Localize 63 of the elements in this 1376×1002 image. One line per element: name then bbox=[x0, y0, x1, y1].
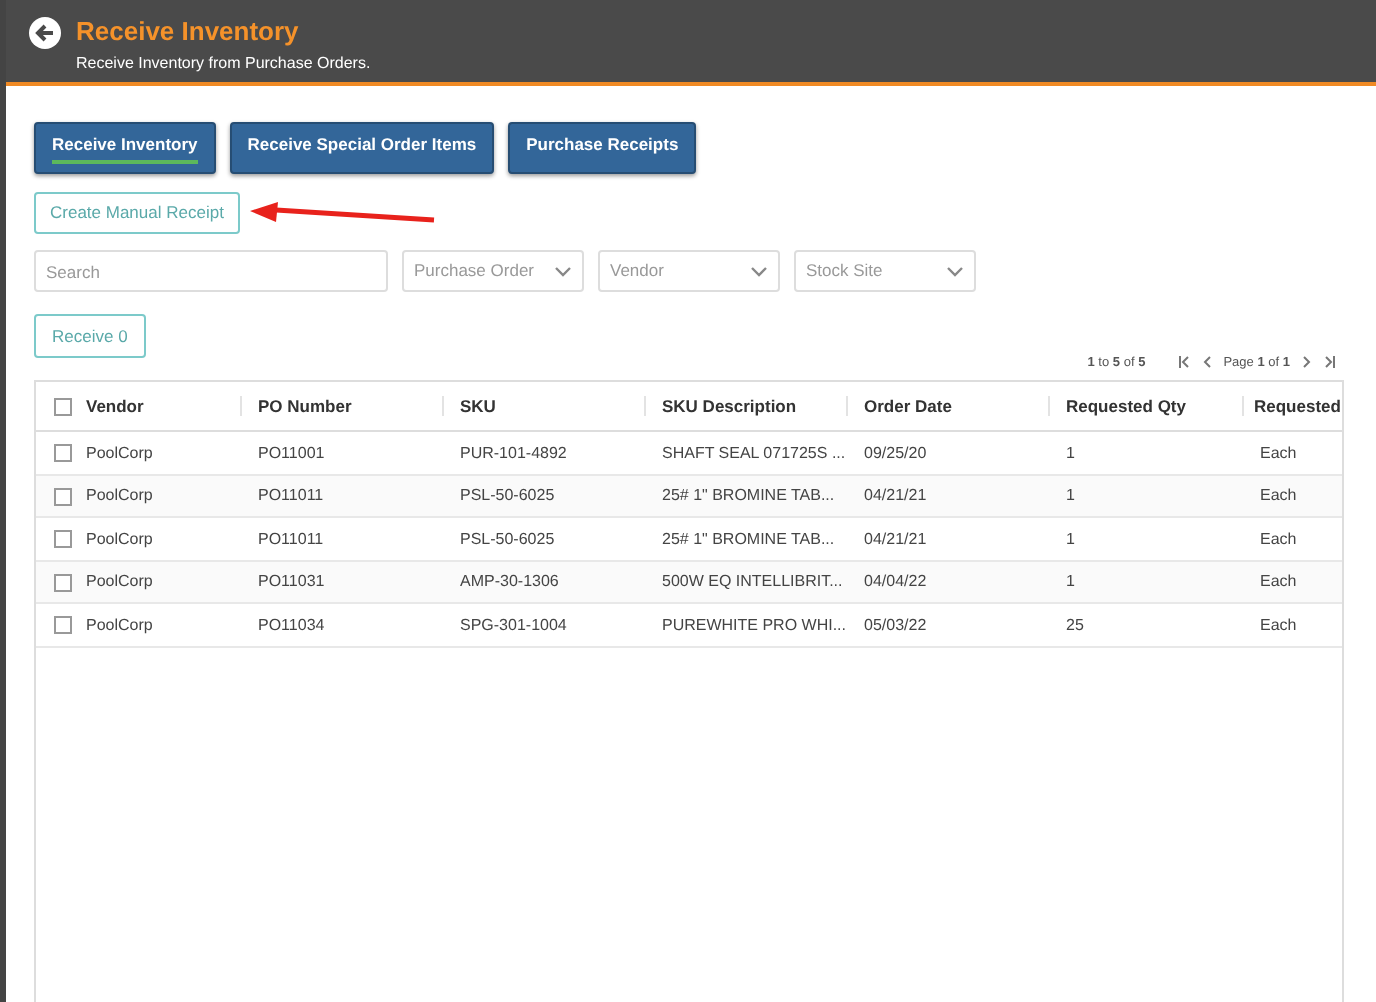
table-cell: 1 bbox=[1066, 484, 1075, 509]
table-cell: PoolCorp bbox=[86, 527, 153, 552]
column-header[interactable]: SKU bbox=[460, 394, 496, 420]
tab[interactable]: Purchase Receipts bbox=[508, 122, 697, 174]
table-cell: 500W EQ INTELLIBRIT... bbox=[662, 570, 843, 595]
chevron-down-icon bbox=[750, 265, 768, 277]
table-cell: Each bbox=[1260, 484, 1297, 509]
table-cell: 1 bbox=[1066, 570, 1075, 595]
last-page-icon[interactable] bbox=[1324, 356, 1336, 369]
table-cell: SHAFT SEAL 071725S ... bbox=[662, 441, 846, 466]
table-cell: 04/04/22 bbox=[864, 570, 927, 595]
table-cell: Each bbox=[1260, 570, 1297, 595]
table-cell: Each bbox=[1260, 527, 1297, 552]
table-cell: 04/21/21 bbox=[864, 484, 927, 509]
table-cell: PUR-101-4892 bbox=[460, 441, 567, 466]
column-header[interactable]: Vendor bbox=[86, 394, 144, 420]
table-cell: PoolCorp bbox=[86, 484, 153, 509]
tab[interactable]: Receive Inventory bbox=[34, 122, 216, 174]
chevron-down-icon bbox=[554, 265, 572, 277]
table-cell: 04/21/21 bbox=[864, 527, 927, 552]
search-field[interactable]: Search bbox=[34, 250, 388, 292]
previous-page-icon[interactable] bbox=[1201, 356, 1212, 369]
table-cell: 25# 1" BROMINE TAB... bbox=[662, 484, 835, 509]
table-cell: 09/25/20 bbox=[864, 441, 927, 466]
table-cell: PO11011 bbox=[258, 527, 324, 552]
table-row[interactable]: PoolCorp PO11031 AMP-30-1306 500W EQ INTELLIBRIT... 04/04/22 1 Each bbox=[36, 561, 1342, 605]
first-page-icon[interactable] bbox=[1177, 356, 1190, 369]
checkbox[interactable] bbox=[54, 487, 72, 506]
column-header[interactable]: Requested Qty bbox=[1066, 394, 1186, 420]
table-cell: 05/03/22 bbox=[864, 613, 927, 638]
column-header[interactable]: Order Date bbox=[864, 394, 952, 420]
table-cell: PSL-50-6025 bbox=[460, 484, 555, 509]
table-cell: PO11031 bbox=[258, 570, 325, 595]
table-cell: PSL-50-6025 bbox=[460, 527, 555, 552]
checkbox[interactable] bbox=[54, 573, 72, 592]
table-cell: Each bbox=[1260, 441, 1297, 466]
table-cell: 25# 1" BROMINE TAB... bbox=[662, 527, 835, 552]
table-cell: SPG-301-1004 bbox=[460, 613, 567, 638]
page-title: Receive Inventory bbox=[76, 16, 301, 48]
table-cell: PO11001 bbox=[258, 441, 325, 466]
column-header[interactable]: PO Number bbox=[258, 394, 352, 420]
next-page-icon[interactable] bbox=[1302, 356, 1312, 369]
chevron-down-icon bbox=[946, 265, 964, 277]
checkbox[interactable] bbox=[54, 616, 72, 635]
checkbox[interactable] bbox=[54, 444, 72, 463]
column-header[interactable]: Requested bbox=[1254, 394, 1341, 420]
table-cell: 1 bbox=[1066, 441, 1075, 466]
table-cell: 1 bbox=[1066, 527, 1075, 552]
table-cell: 25 bbox=[1066, 613, 1084, 638]
column-header[interactable]: SKU Description bbox=[662, 394, 797, 420]
table-cell: AMP-30-1306 bbox=[460, 570, 559, 595]
tab[interactable]: Receive Special Order Items bbox=[229, 122, 495, 174]
table-cell: PO11034 bbox=[258, 613, 325, 638]
checkbox[interactable] bbox=[54, 397, 72, 416]
table-row[interactable]: PoolCorp PO11011 PSL-50-6025 25# 1" BROMINE TAB... 04/21/21 1 Each bbox=[36, 475, 1342, 519]
table-cell: Each bbox=[1260, 613, 1297, 638]
table-cell: PoolCorp bbox=[86, 441, 153, 466]
table-cell: PUREWHITE PRO WHI... bbox=[662, 613, 846, 638]
page-subtitle: Receive Inventory from Purchase Orders. bbox=[76, 52, 371, 76]
table-cell: PoolCorp bbox=[86, 613, 153, 638]
table-cell: PoolCorp bbox=[86, 570, 153, 595]
checkbox[interactable] bbox=[54, 530, 72, 549]
table-cell: PO11011 bbox=[258, 484, 324, 509]
